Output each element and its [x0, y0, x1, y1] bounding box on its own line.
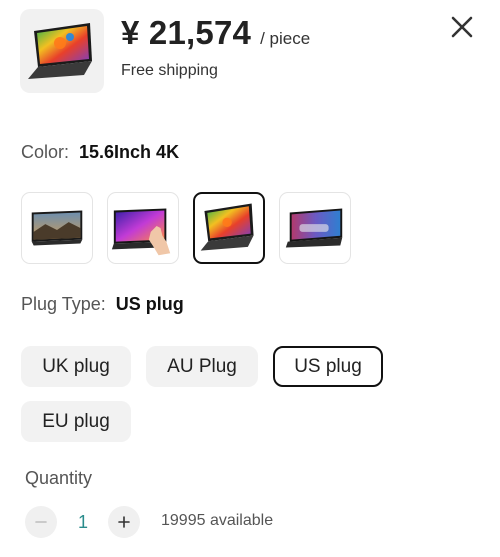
color-swatch-3[interactable] [193, 192, 265, 264]
plug-option-row: Plug Type: US plug [21, 294, 184, 315]
product-price: ¥ 21,574 [121, 14, 252, 51]
color-label: Color: [21, 142, 70, 162]
color-selected-value: 15.6Inch 4K [79, 142, 180, 162]
minus-icon [35, 521, 47, 523]
plug-choice-us[interactable]: US plug [273, 346, 383, 387]
quantity-input[interactable] [66, 507, 100, 537]
monitor-car-dashboard-image [285, 208, 343, 248]
monitor-colorful-parrot-image [200, 203, 254, 251]
plug-choice-uk[interactable]: UK plug [21, 346, 131, 387]
quantity-increase-button[interactable] [108, 506, 140, 538]
color-swatch-1[interactable] [21, 192, 93, 264]
color-option-row: Color: 15.6Inch 4K [21, 142, 179, 163]
product-main-thumbnail [20, 9, 104, 93]
quantity-label: Quantity [25, 468, 93, 488]
quantity-decrease-button[interactable] [25, 506, 57, 538]
close-button[interactable] [447, 12, 477, 42]
shipping-info: Free shipping [121, 62, 218, 79]
plug-selected-value: US plug [115, 294, 184, 314]
plug-choice-eu[interactable]: EU plug [21, 401, 131, 442]
close-icon [451, 16, 473, 38]
price-unit: / piece [260, 29, 311, 48]
stock-available: 19995 available [161, 512, 274, 529]
monitor-product-image [28, 23, 92, 79]
monitor-game-landscape-image [31, 210, 83, 246]
plug-label: Plug Type: [21, 294, 106, 314]
monitor-touch-hand-image [111, 208, 171, 256]
color-swatch-4[interactable] [279, 192, 351, 264]
plug-choice-au[interactable]: AU Plug [146, 346, 258, 387]
plus-icon [118, 516, 130, 528]
color-swatch-2[interactable] [107, 192, 179, 264]
